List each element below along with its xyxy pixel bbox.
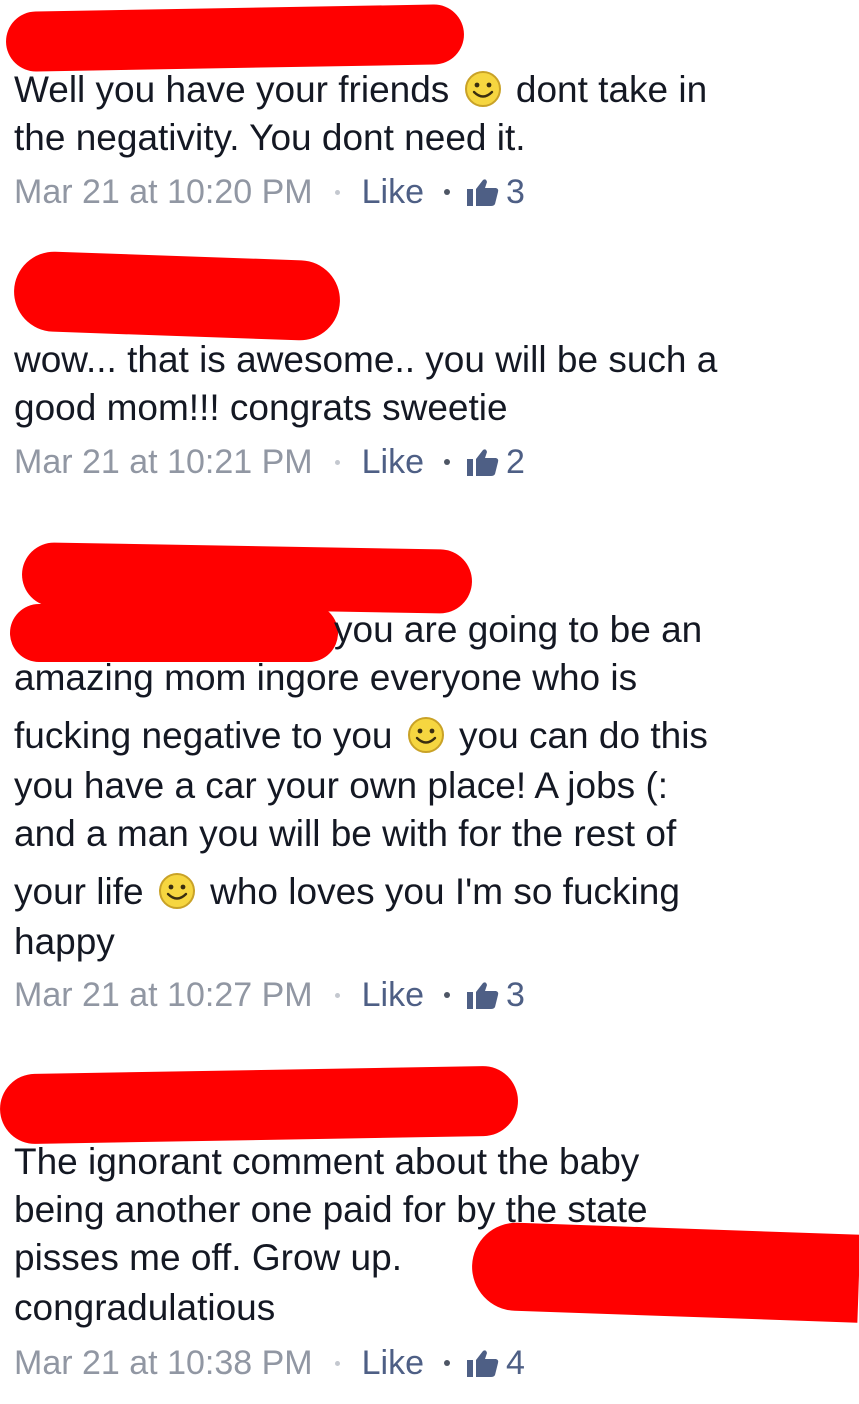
comment-text: Well you have your friends [14, 69, 450, 110]
separator-dot [443, 1360, 450, 1367]
separator-dot [334, 1360, 340, 1366]
comment-text: you can do this [459, 715, 708, 756]
comment-3-line-6: your life who loves you I'm so fucking [14, 870, 680, 914]
like-button[interactable]: Like [362, 173, 424, 211]
comment-text: who loves you I'm so fucking [210, 871, 680, 912]
like-button[interactable]: Like [362, 1344, 424, 1382]
thumbs-up-icon[interactable] [466, 447, 500, 477]
comment-1-line-1: Well you have your friends dont take in [14, 68, 707, 112]
separator-dot [443, 992, 450, 999]
like-count[interactable]: 2 [506, 443, 525, 481]
smiley-emoticon-icon [158, 873, 195, 909]
comment-text: dont take in [515, 69, 708, 110]
redaction-mark [5, 4, 465, 72]
redaction-mark [0, 1065, 519, 1145]
comment-3-line-5: and a man you will be with for the rest … [14, 813, 677, 854]
separator-dot [334, 189, 340, 195]
comment-1-line-2: the negativity. You dont need it. [14, 117, 526, 158]
comment-3-meta: Mar 21 at 10:27 PM Like 3 [14, 971, 525, 1015]
comment-4-line-3: pisses me off. Grow up. [14, 1237, 402, 1278]
separator-dot [334, 459, 340, 465]
redaction-mark [12, 250, 342, 342]
timestamp[interactable]: Mar 21 at 10:38 PM [14, 1344, 313, 1382]
redaction-mark [470, 1221, 859, 1323]
comment-3-line-1: you are going to be an [334, 609, 703, 650]
thumbs-up-icon[interactable] [466, 1348, 500, 1378]
comment-1-meta: Mar 21 at 10:20 PM Like 3 [14, 168, 525, 212]
thumbs-up-icon[interactable] [466, 177, 500, 207]
comment-3-line-7: happy [14, 921, 115, 962]
separator-dot [443, 189, 450, 196]
comment-4-meta: Mar 21 at 10:38 PM Like 4 [14, 1339, 525, 1383]
comment-3-line-3: fucking negative to you you can do this [14, 714, 708, 758]
comment-2-line-1: wow... that is awesome.. you will be suc… [14, 339, 718, 380]
timestamp[interactable]: Mar 21 at 10:27 PM [14, 976, 313, 1014]
comment-3-line-2: amazing mom ingore everyone who is [14, 657, 638, 698]
timestamp[interactable]: Mar 21 at 10:21 PM [14, 443, 313, 481]
thumbs-up-icon[interactable] [466, 980, 500, 1010]
comment-text: your life [14, 871, 144, 912]
separator-dot [443, 459, 450, 466]
redaction-mark [10, 604, 338, 662]
comment-4-line-1: The ignorant comment about the baby [14, 1141, 640, 1182]
comment-4-line-4: congradulatious [14, 1287, 276, 1328]
like-count[interactable]: 3 [506, 976, 525, 1014]
like-count[interactable]: 3 [506, 173, 525, 211]
smiley-emoticon-icon [407, 717, 444, 753]
like-button[interactable]: Like [362, 976, 424, 1014]
like-button[interactable]: Like [362, 443, 424, 481]
timestamp[interactable]: Mar 21 at 10:20 PM [14, 173, 313, 211]
comment-2-meta: Mar 21 at 10:21 PM Like 2 [14, 438, 525, 482]
separator-dot [334, 992, 340, 998]
comment-text: fucking negative to you [14, 715, 393, 756]
like-count[interactable]: 4 [506, 1344, 525, 1382]
comment-3-line-4: you have a car your own place! A jobs (: [14, 765, 669, 806]
comment-2-line-2: good mom!!! congrats sweetie [14, 387, 508, 428]
smiley-emoticon-icon [464, 71, 501, 107]
